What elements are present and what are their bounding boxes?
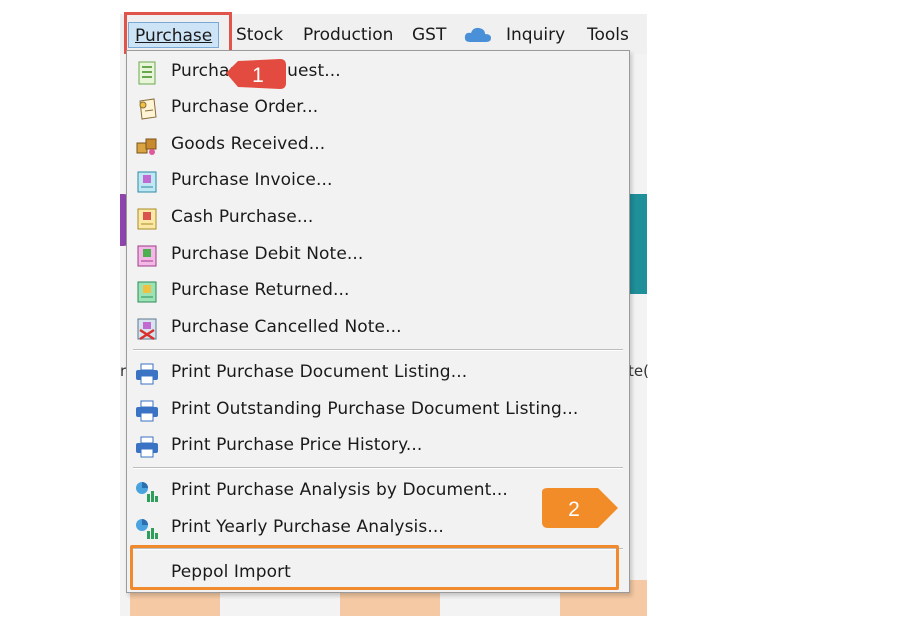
menu-item-cash-purchase[interactable]: Cash Purchase...	[127, 201, 629, 235]
step-1-callout: 1	[226, 59, 286, 89]
menu-item-label: Print Yearly Purchase Analysis...	[171, 517, 444, 537]
menu-item-print-purchase-price-history[interactable]: Print Purchase Price History...	[127, 429, 629, 463]
purchase-cancelled-note-icon	[137, 318, 157, 341]
step-2-callout: 2	[542, 488, 618, 528]
menu-separator	[133, 349, 623, 351]
menu-inquiry-label: Inquiry	[506, 25, 566, 45]
menu-production-label: Production	[303, 25, 394, 45]
cash-purchase-icon	[137, 208, 157, 230]
purchase-request-icon	[138, 61, 156, 85]
purchase-invoice-icon	[137, 171, 157, 193]
menu-item-print-purchase-document-listing[interactable]: Print Purchase Document Listing...	[127, 356, 629, 390]
menu-gst-label: GST	[412, 25, 447, 45]
menu-separator	[133, 467, 623, 469]
menu-item-label: Print Outstanding Purchase Document List…	[171, 399, 579, 419]
menu-item-print-outstanding-purchase-document-listing[interactable]: Print Outstanding Purchase Document List…	[127, 393, 629, 427]
menu-inquiry[interactable]: Inquiry	[506, 22, 565, 48]
menu-production[interactable]: Production	[303, 22, 393, 48]
step-2-number: 2	[568, 498, 580, 521]
menu-item-goods-received[interactable]: Goods Received...	[127, 128, 629, 162]
printer-icon	[136, 436, 158, 458]
printer-icon	[136, 363, 158, 385]
menu-item-label: Purchase Invoice...	[171, 170, 333, 190]
menu-item-purchase-request[interactable]: Purchase Request...	[127, 55, 629, 89]
printer-icon	[136, 400, 158, 422]
purchase-menu-highlight	[124, 12, 232, 54]
menu-stock-label: Stock	[236, 25, 284, 45]
cloud-icon[interactable]	[463, 25, 493, 45]
menu-item-purchase-order[interactable]: Purchase Order...	[127, 91, 629, 125]
menu-stock[interactable]: Stock	[236, 22, 283, 48]
purchase-debit-note-icon	[137, 245, 157, 267]
menu-gst[interactable]: GST	[412, 22, 446, 48]
menu-tools[interactable]: Tools	[587, 22, 629, 48]
menu-item-label: Print Purchase Price History...	[171, 435, 423, 455]
menu-item-label: Purchase Debit Note...	[171, 244, 364, 264]
purchase-order-icon	[139, 98, 157, 120]
menu-item-label: Goods Received...	[171, 134, 326, 154]
menu-item-purchase-invoice[interactable]: Purchase Invoice...	[127, 164, 629, 198]
goods-received-icon	[136, 138, 157, 155]
purchase-returned-icon	[137, 281, 157, 303]
menu-item-purchase-debit-note[interactable]: Purchase Debit Note...	[127, 238, 629, 272]
menu-item-purchase-returned[interactable]: Purchase Returned...	[127, 274, 629, 308]
menu-item-label: Cash Purchase...	[171, 207, 314, 227]
menu-item-label: Purchase Returned...	[171, 280, 350, 300]
menu-item-label: Purchase Order...	[171, 97, 319, 117]
menu-item-label: Purchase Cancelled Note...	[171, 317, 402, 337]
analysis-chart-icon	[136, 519, 158, 539]
menu-item-label: Print Purchase Document Listing...	[171, 362, 468, 382]
background-text-fragment: te(	[628, 362, 649, 380]
step-1-number: 1	[252, 64, 264, 87]
menu-tools-label: Tools	[587, 25, 629, 45]
analysis-chart-icon	[136, 482, 158, 502]
menu-item-label: Print Purchase Analysis by Document...	[171, 480, 508, 500]
menu-item-purchase-cancelled-note[interactable]: Purchase Cancelled Note...	[127, 311, 629, 345]
peppol-import-highlight	[130, 545, 619, 590]
